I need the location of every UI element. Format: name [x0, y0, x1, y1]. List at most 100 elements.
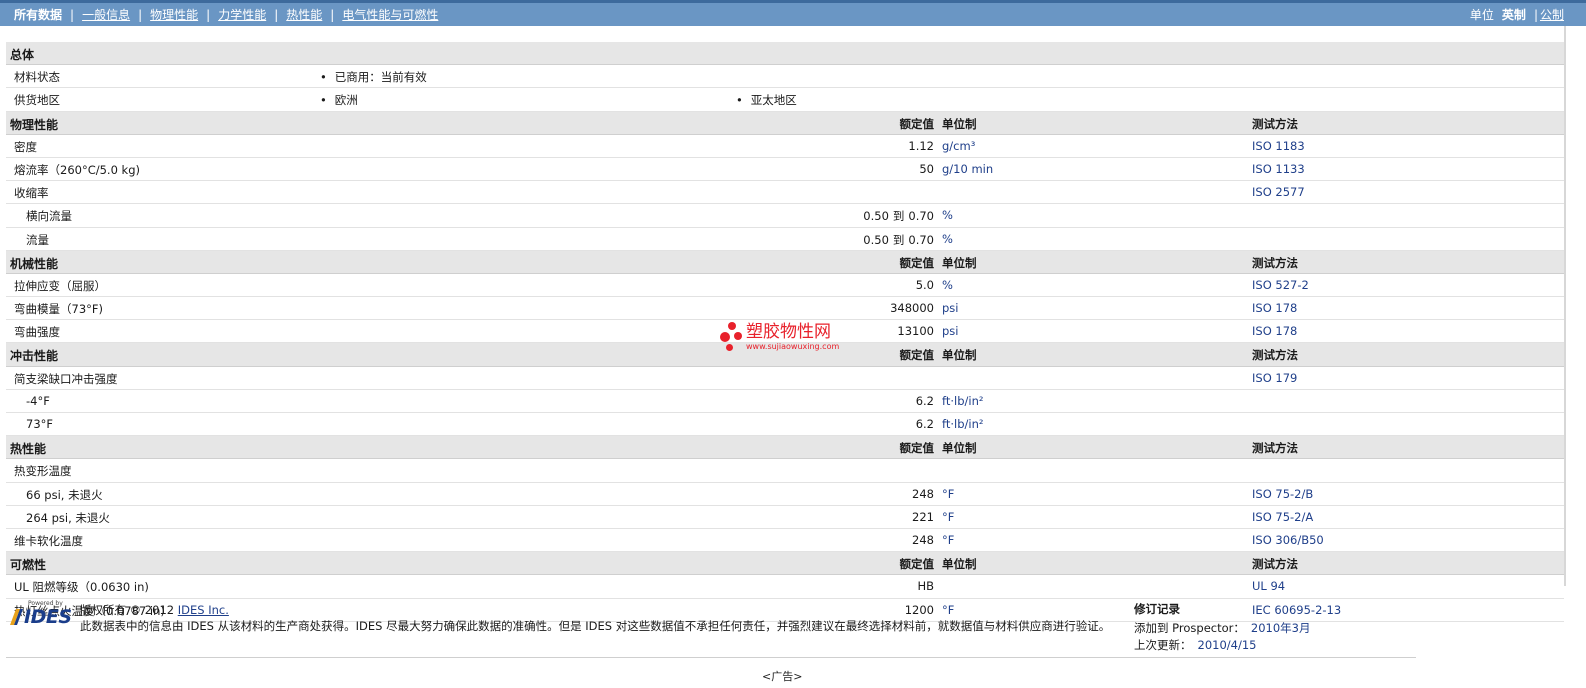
watermark-text: 塑胶物性网 www.sujiaowuxing.com	[746, 322, 839, 351]
copyright: 版权所有 © 2012 IDES Inc.	[80, 602, 229, 618]
property-sections: 物理性能 额定值 单位制 测试方法 密度 1.12 g/cm³ ISO 1183 熔流率（260…	[6, 111, 1564, 622]
property-value: 1.12	[908, 138, 934, 153]
top-strip	[0, 0, 1586, 3]
property-unit: %	[942, 231, 953, 246]
property-label: 材料状态	[14, 70, 60, 85]
section-title: 可燃性	[10, 558, 47, 573]
property-value: 348000	[890, 301, 934, 316]
property-label: UL 阻燃等级（0.0630 in)	[14, 580, 149, 595]
right-edge-rule	[1564, 26, 1566, 586]
tab-separator: |	[274, 7, 279, 22]
property-label: -4°F	[26, 393, 50, 408]
tab-separator: |	[138, 7, 143, 22]
property-label: 拉伸应变（屈服）	[14, 278, 106, 293]
tab-general[interactable]: 一般信息	[82, 6, 130, 23]
section-header: 可燃性 额定值 单位制 测试方法	[6, 552, 1564, 576]
footer-divider	[6, 657, 1416, 658]
range-from: 0.50	[863, 232, 889, 247]
property-label: 264 psi, 未退火	[26, 510, 110, 525]
test-method-link[interactable]: ISO 527-2	[1252, 278, 1309, 292]
column-header-unit: 单位制	[942, 116, 977, 131]
property-label: 弯曲模量（73°F)	[14, 302, 103, 317]
watermark-dots-icon	[720, 322, 742, 354]
revision-added: 添加到 Prospector： 2010年3月	[1134, 620, 1310, 636]
property-unit: °F	[942, 532, 955, 547]
property-value: 13100	[897, 324, 934, 339]
table-row: 横向流量 0.50 到 0.70%	[6, 204, 1564, 228]
section-title: 冲击性能	[10, 349, 59, 364]
section-tabs: 所有数据 | 一般信息 | 物理性能 | 力学性能 | 热性能 | 电气性能与可…	[14, 6, 438, 23]
property-value: 6.2	[915, 393, 934, 408]
revision-history: 修订记录 添加到 Prospector： 2010年3月 上次更新： 2010/4/…	[1134, 601, 1310, 653]
column-header-method: 测试方法	[1252, 441, 1298, 456]
property-value: 50	[919, 161, 934, 176]
units-metric-link[interactable]: 公制	[1540, 6, 1564, 23]
disclaimer-text: 此数据表中的信息由 IDES 从该材料的生产商处获得。IDES 尽最大努力确保此…	[80, 619, 1111, 633]
table-row: 拉伸应变（屈服） 5.0% ISO 527-2	[6, 274, 1564, 298]
property-label: 熔流率（260°C/5.0 kg)	[14, 162, 140, 177]
column-header-unit: 单位制	[942, 255, 977, 270]
property-label: 66 psi, 未退火	[26, 487, 103, 502]
table-row: 收缩率 ISO 2577	[6, 181, 1564, 205]
property-value: 248	[912, 486, 934, 501]
top-nav-bar: 所有数据 | 一般信息 | 物理性能 | 力学性能 | 热性能 | 电气性能与可…	[0, 0, 1586, 26]
column-header-nominal: 额定值	[899, 255, 935, 270]
test-method-link[interactable]: ISO 1183	[1252, 139, 1305, 153]
watermark-url: www.sujiaowuxing.com	[746, 342, 840, 351]
test-method-link[interactable]: ISO 306/B50	[1252, 533, 1324, 547]
table-row: 熔流率（260°C/5.0 kg) 50 g/10 min ISO 1133	[6, 158, 1564, 182]
section-title: 物理性能	[10, 117, 59, 132]
property-unit: psi	[942, 301, 959, 316]
test-method-link[interactable]: ISO 75-2/A	[1252, 510, 1313, 524]
property-bullet-value: 已商用：当前有效	[320, 69, 427, 85]
logo-name: IDES	[24, 606, 72, 628]
test-method-link[interactable]: ISO 178	[1252, 324, 1297, 338]
table-row: 简支梁缺口冲击强度 ISO 179	[6, 367, 1564, 390]
property-label: 简支梁缺口冲击强度	[14, 371, 118, 386]
column-header-method: 测试方法	[1252, 557, 1298, 572]
ides-logo[interactable]: Powered by IDES	[6, 600, 72, 628]
property-label: 密度	[14, 139, 37, 154]
tab-thermal[interactable]: 热性能	[286, 6, 322, 23]
property-unit: %	[942, 277, 953, 292]
range-to: 0.70	[908, 232, 934, 247]
test-method-link[interactable]: ISO 179	[1252, 371, 1297, 385]
property-value: HB	[917, 579, 934, 594]
test-method-link[interactable]: ISO 1133	[1252, 162, 1305, 176]
section-header: 物理性能 额定值 单位制 测试方法	[6, 111, 1564, 135]
ides-inc-link[interactable]: IDES Inc.	[178, 603, 229, 617]
test-method-link[interactable]: ISO 178	[1252, 301, 1297, 315]
units-separator: |	[1533, 7, 1538, 22]
test-method-link[interactable]: UL 94	[1252, 579, 1285, 593]
property-value: 221	[912, 509, 934, 524]
property-label: 横向流量	[26, 209, 72, 224]
column-header-nominal: 额定值	[899, 348, 935, 363]
property-value: 248	[912, 532, 934, 547]
test-method-link[interactable]: ISO 2577	[1252, 185, 1305, 199]
table-row: 维卡软化温度 248 °F ISO 306/B50	[6, 529, 1564, 553]
property-label: 73°F	[26, 417, 53, 431]
units-label: 单位	[1469, 8, 1494, 22]
range-from: 0.50	[863, 209, 889, 224]
test-method-link[interactable]: ISO 75-2/B	[1252, 487, 1313, 501]
property-unit: ft·lb/in²	[942, 393, 984, 408]
ad-label: <广告>	[762, 670, 803, 683]
property-unit: g/cm³	[942, 138, 976, 153]
column-header-unit: 单位制	[942, 348, 977, 363]
column-header-method: 测试方法	[1252, 116, 1298, 131]
property-label: 维卡软化温度	[14, 533, 83, 548]
tab-all-data[interactable]: 所有数据	[14, 6, 62, 23]
property-label: 弯曲强度	[14, 325, 60, 340]
table-row: 66 psi, 未退火 248 °F ISO 75-2/B	[6, 483, 1564, 506]
range-to: 0.70	[908, 209, 934, 224]
tab-electrical-flammability[interactable]: 电气性能与可燃性	[342, 6, 438, 23]
table-row: 供货地区 欧洲 亚太地区	[6, 88, 1564, 112]
property-value: 6.2	[915, 417, 934, 431]
section-title: 机械性能	[10, 256, 59, 271]
tab-separator: |	[330, 7, 335, 22]
property-value-range: 0.50 到 0.70	[863, 232, 934, 248]
tab-physical[interactable]: 物理性能	[150, 6, 198, 23]
tab-mechanical[interactable]: 力学性能	[218, 6, 266, 23]
added-value: 2010年3月	[1250, 621, 1311, 635]
property-bullet-value: 欧洲	[320, 92, 358, 108]
